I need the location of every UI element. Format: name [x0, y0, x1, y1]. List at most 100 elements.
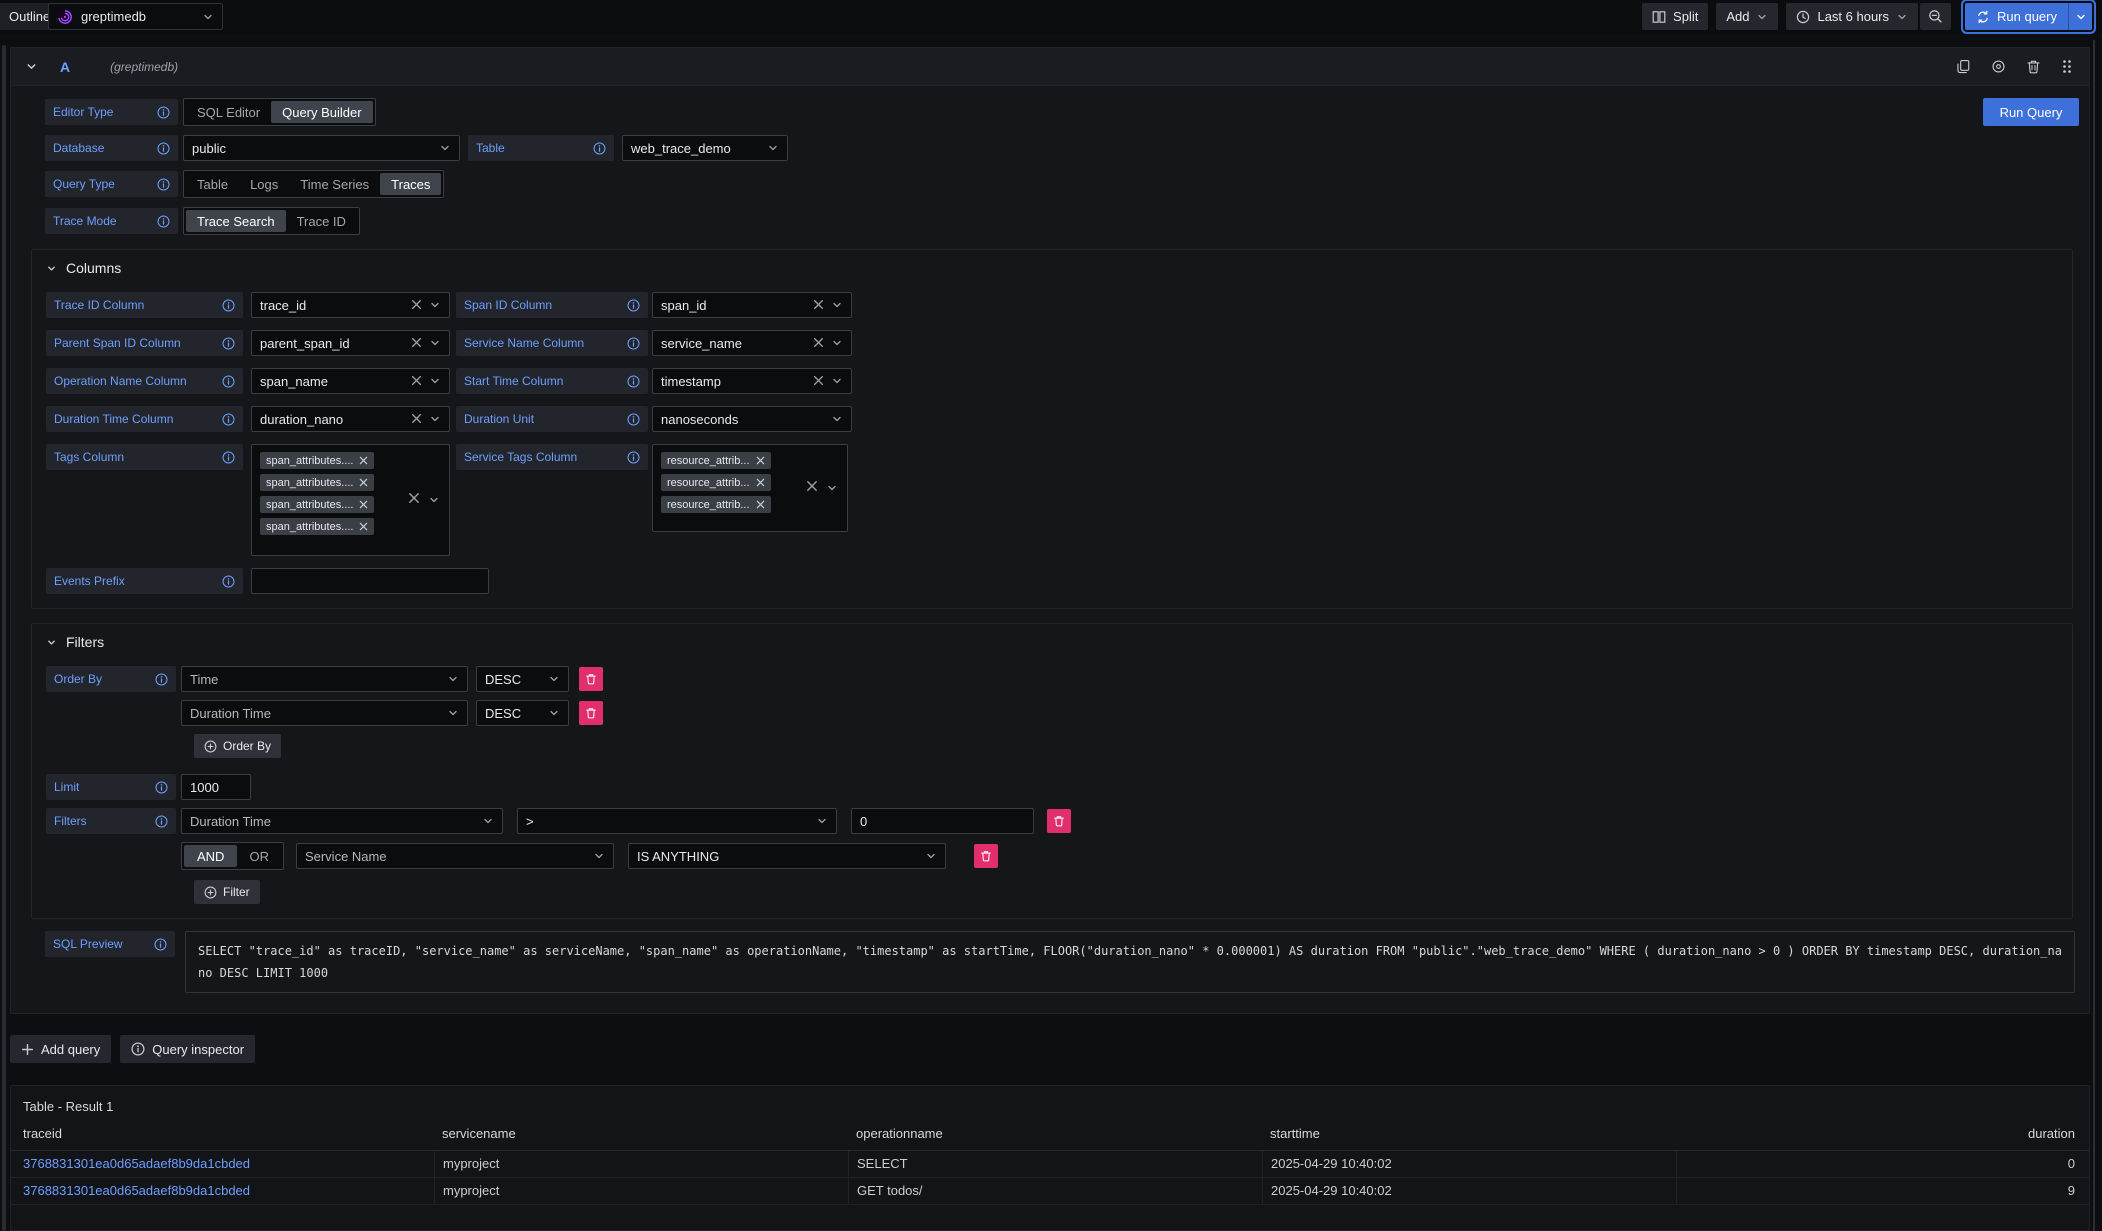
- info-icon[interactable]: [157, 106, 170, 119]
- pane-divider[interactable]: [2093, 40, 2095, 1231]
- info-icon[interactable]: [157, 178, 170, 191]
- clear-x-icon[interactable]: [411, 298, 422, 313]
- filter-value-input[interactable]: [851, 808, 1034, 834]
- info-icon[interactable]: [627, 375, 640, 388]
- query-inspector-button[interactable]: Query inspector: [120, 1035, 255, 1063]
- start-time-column-select[interactable]: timestamp: [652, 368, 852, 394]
- info-icon[interactable]: [155, 815, 168, 828]
- add-query-button[interactable]: Add query: [10, 1035, 111, 1063]
- remove-chip-x-icon[interactable]: [756, 500, 765, 509]
- logic-option-and[interactable]: AND: [184, 845, 237, 867]
- editor-type-option-query-builder[interactable]: Query Builder: [271, 101, 372, 123]
- remove-chip-x-icon[interactable]: [756, 478, 765, 487]
- run-query-inner-button[interactable]: Run Query: [1983, 98, 2079, 126]
- database-select[interactable]: public: [183, 135, 460, 161]
- info-icon[interactable]: [222, 375, 235, 388]
- info-icon[interactable]: [593, 142, 606, 155]
- logic-option-or[interactable]: OR: [237, 845, 281, 867]
- info-icon[interactable]: [222, 413, 235, 426]
- info-icon[interactable]: [627, 299, 640, 312]
- info-icon[interactable]: [157, 142, 170, 155]
- tags-column-multiselect[interactable]: span_attributes.... span_attributes.... …: [251, 444, 450, 556]
- clear-x-icon[interactable]: [813, 374, 824, 389]
- remove-filter-button[interactable]: [974, 844, 998, 868]
- run-query-button[interactable]: Run query: [1965, 3, 2068, 30]
- query-type-option-time-series[interactable]: Time Series: [289, 173, 380, 195]
- duration-time-column-select[interactable]: duration_nano: [251, 406, 450, 432]
- parent-span-id-column-select[interactable]: parent_span_id: [251, 330, 450, 356]
- tag-chip[interactable]: span_attributes....: [260, 496, 374, 513]
- trace-mode-option-trace-search[interactable]: Trace Search: [186, 210, 286, 232]
- column-header-traceid[interactable]: traceid: [11, 1126, 434, 1150]
- service-tag-chip[interactable]: resource_attrib...: [661, 474, 771, 491]
- query-type-option-logs[interactable]: Logs: [239, 173, 289, 195]
- order-by-field-select[interactable]: Duration Time: [181, 700, 468, 726]
- remove-filter-button[interactable]: [1047, 809, 1071, 833]
- filter-operator-select[interactable]: IS ANYTHING: [628, 843, 946, 869]
- filters-section-header[interactable]: Filters: [46, 634, 2058, 650]
- info-icon[interactable]: [157, 215, 170, 228]
- clear-x-icon[interactable]: [411, 374, 422, 389]
- remove-order-by-button[interactable]: [579, 701, 603, 725]
- info-icon[interactable]: [222, 451, 235, 464]
- time-range-button[interactable]: Last 6 hours: [1786, 3, 1918, 30]
- clear-x-icon[interactable]: [411, 412, 422, 427]
- remove-order-by-button[interactable]: [579, 667, 603, 691]
- clear-x-icon[interactable]: [813, 336, 824, 351]
- add-button[interactable]: Add: [1716, 3, 1778, 30]
- events-prefix-input[interactable]: [251, 568, 489, 594]
- column-header-duration[interactable]: duration: [1676, 1126, 2089, 1150]
- collapse-chevron-icon[interactable]: [25, 60, 38, 73]
- info-icon[interactable]: [154, 938, 167, 951]
- order-by-direction-select[interactable]: DESC: [476, 666, 569, 692]
- remove-chip-x-icon[interactable]: [359, 500, 368, 509]
- duplicate-query-button[interactable]: [1956, 59, 1971, 74]
- filter-field-select[interactable]: Duration Time: [181, 808, 503, 834]
- limit-input[interactable]: [181, 774, 251, 800]
- info-icon[interactable]: [222, 299, 235, 312]
- disable-query-eye-icon[interactable]: [1991, 59, 2006, 74]
- info-icon[interactable]: [155, 781, 168, 794]
- editor-type-option-sql-editor[interactable]: SQL Editor: [186, 101, 271, 123]
- tag-chip[interactable]: span_attributes....: [260, 474, 374, 491]
- left-scrollbar[interactable]: [2, 45, 6, 1231]
- clear-x-icon[interactable]: [813, 298, 824, 313]
- info-icon[interactable]: [627, 413, 640, 426]
- delete-query-trash-icon[interactable]: [2026, 59, 2041, 74]
- traceid-link[interactable]: 3768831301ea0d65adaef8b9da1cbded: [11, 1178, 434, 1205]
- filter-operator-select[interactable]: >: [517, 808, 837, 834]
- clear-x-icon[interactable]: [411, 336, 422, 351]
- columns-section-header[interactable]: Columns: [46, 260, 2058, 276]
- filter-field-select[interactable]: Service Name: [296, 843, 614, 869]
- duration-unit-select[interactable]: nanoseconds: [652, 406, 852, 432]
- service-tag-chip[interactable]: resource_attrib...: [661, 496, 771, 513]
- drag-handle-icon[interactable]: [2061, 59, 2073, 74]
- remove-chip-x-icon[interactable]: [359, 522, 368, 531]
- remove-chip-x-icon[interactable]: [359, 478, 368, 487]
- info-icon[interactable]: [627, 337, 640, 350]
- service-tag-chip[interactable]: resource_attrib...: [661, 452, 771, 469]
- trace-mode-option-trace-id[interactable]: Trace ID: [286, 210, 357, 232]
- query-type-option-table[interactable]: Table: [186, 173, 239, 195]
- query-row-header[interactable]: A (greptimedb): [11, 48, 2089, 86]
- span-id-column-select[interactable]: span_id: [652, 292, 852, 318]
- clear-all-x-icon[interactable]: [806, 479, 818, 497]
- column-header-starttime[interactable]: starttime: [1262, 1126, 1676, 1150]
- zoom-out-time-button[interactable]: [1920, 3, 1951, 30]
- info-icon[interactable]: [222, 575, 235, 588]
- split-button[interactable]: Split: [1642, 3, 1708, 30]
- run-query-dropdown-button[interactable]: [2068, 3, 2092, 30]
- traceid-link[interactable]: 3768831301ea0d65adaef8b9da1cbded: [11, 1151, 434, 1178]
- service-tags-column-multiselect[interactable]: resource_attrib... resource_attrib... re…: [652, 444, 848, 532]
- order-by-direction-select[interactable]: DESC: [476, 700, 569, 726]
- remove-chip-x-icon[interactable]: [359, 456, 368, 465]
- add-order-by-button[interactable]: Order By: [194, 734, 281, 758]
- table-select[interactable]: web_trace_demo: [622, 135, 788, 161]
- column-header-servicename[interactable]: servicename: [434, 1126, 848, 1150]
- operation-name-column-select[interactable]: span_name: [251, 368, 450, 394]
- tag-chip[interactable]: span_attributes....: [260, 452, 374, 469]
- add-filter-button[interactable]: Filter: [194, 880, 260, 904]
- query-type-option-traces[interactable]: Traces: [380, 173, 441, 195]
- service-name-column-select[interactable]: service_name: [652, 330, 852, 356]
- info-icon[interactable]: [155, 673, 168, 686]
